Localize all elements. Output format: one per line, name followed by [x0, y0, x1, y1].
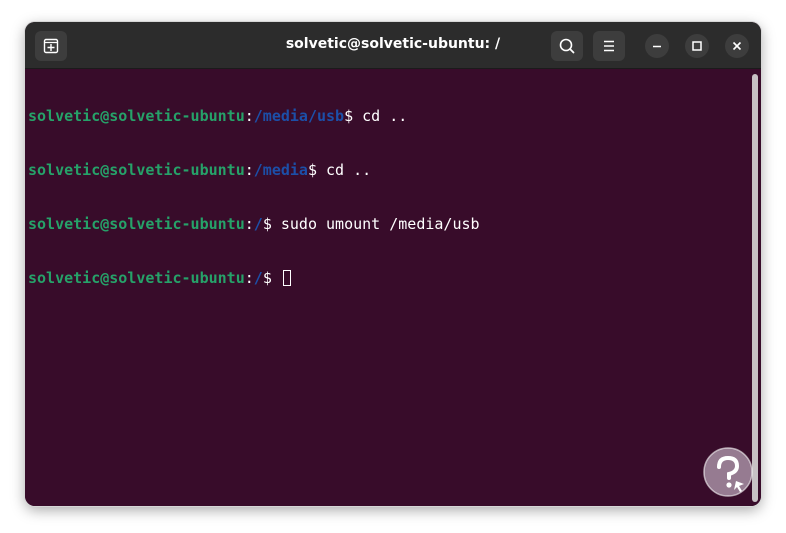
new-tab-icon — [43, 38, 59, 54]
command-text: cd .. — [326, 161, 372, 179]
prompt-separator: : — [244, 161, 254, 179]
prompt-path: / — [253, 269, 263, 287]
prompt-separator: : — [244, 215, 254, 233]
prompt-path: /media/usb — [253, 107, 345, 125]
search-button[interactable] — [551, 31, 583, 61]
terminal-window: solvetic@solvetic-ubuntu: / solvetic@sol… — [25, 22, 761, 506]
prompt-path: /media — [253, 161, 308, 179]
prompt-separator: : — [244, 269, 254, 287]
maximize-button[interactable] — [685, 34, 709, 58]
command-text: cd .. — [362, 107, 408, 125]
terminal-line: solvetic@solvetic-ubuntu:/$ — [28, 269, 480, 287]
menu-button[interactable] — [593, 31, 625, 61]
command-text: sudo umount /media/usb — [280, 215, 480, 233]
text-cursor — [282, 270, 291, 286]
solvetic-logo — [703, 447, 753, 497]
scrollbar[interactable] — [752, 74, 758, 502]
minimize-icon — [653, 45, 661, 48]
terminal-line: solvetic@solvetic-ubuntu:/media/usb$ cd … — [28, 107, 480, 125]
minimize-button[interactable] — [645, 34, 669, 58]
prompt-user: solvetic@solvetic-ubuntu — [28, 215, 245, 233]
prompt-separator: : — [244, 107, 254, 125]
close-icon — [732, 41, 742, 51]
prompt-path: / — [253, 215, 263, 233]
search-icon — [559, 38, 575, 54]
hamburger-menu-icon — [604, 40, 614, 52]
new-tab-button[interactable] — [35, 31, 67, 61]
prompt-symbol: $ — [262, 215, 281, 233]
title-bar: solvetic@solvetic-ubuntu: / — [25, 22, 761, 69]
close-button[interactable] — [725, 34, 749, 58]
scrollbar-thumb[interactable] — [752, 74, 758, 502]
prompt-user: solvetic@solvetic-ubuntu — [28, 107, 245, 125]
terminal-line: solvetic@solvetic-ubuntu:/$ sudo umount … — [28, 215, 480, 233]
prompt-user: solvetic@solvetic-ubuntu — [28, 161, 245, 179]
terminal-output[interactable]: solvetic@solvetic-ubuntu:/media/usb$ cd … — [25, 69, 761, 506]
maximize-icon — [692, 41, 702, 51]
prompt-symbol: $ — [344, 107, 363, 125]
terminal-line: solvetic@solvetic-ubuntu:/media$ cd .. — [28, 161, 480, 179]
prompt-user: solvetic@solvetic-ubuntu — [28, 269, 245, 287]
prompt-symbol: $ — [262, 269, 281, 287]
prompt-symbol: $ — [307, 161, 327, 179]
